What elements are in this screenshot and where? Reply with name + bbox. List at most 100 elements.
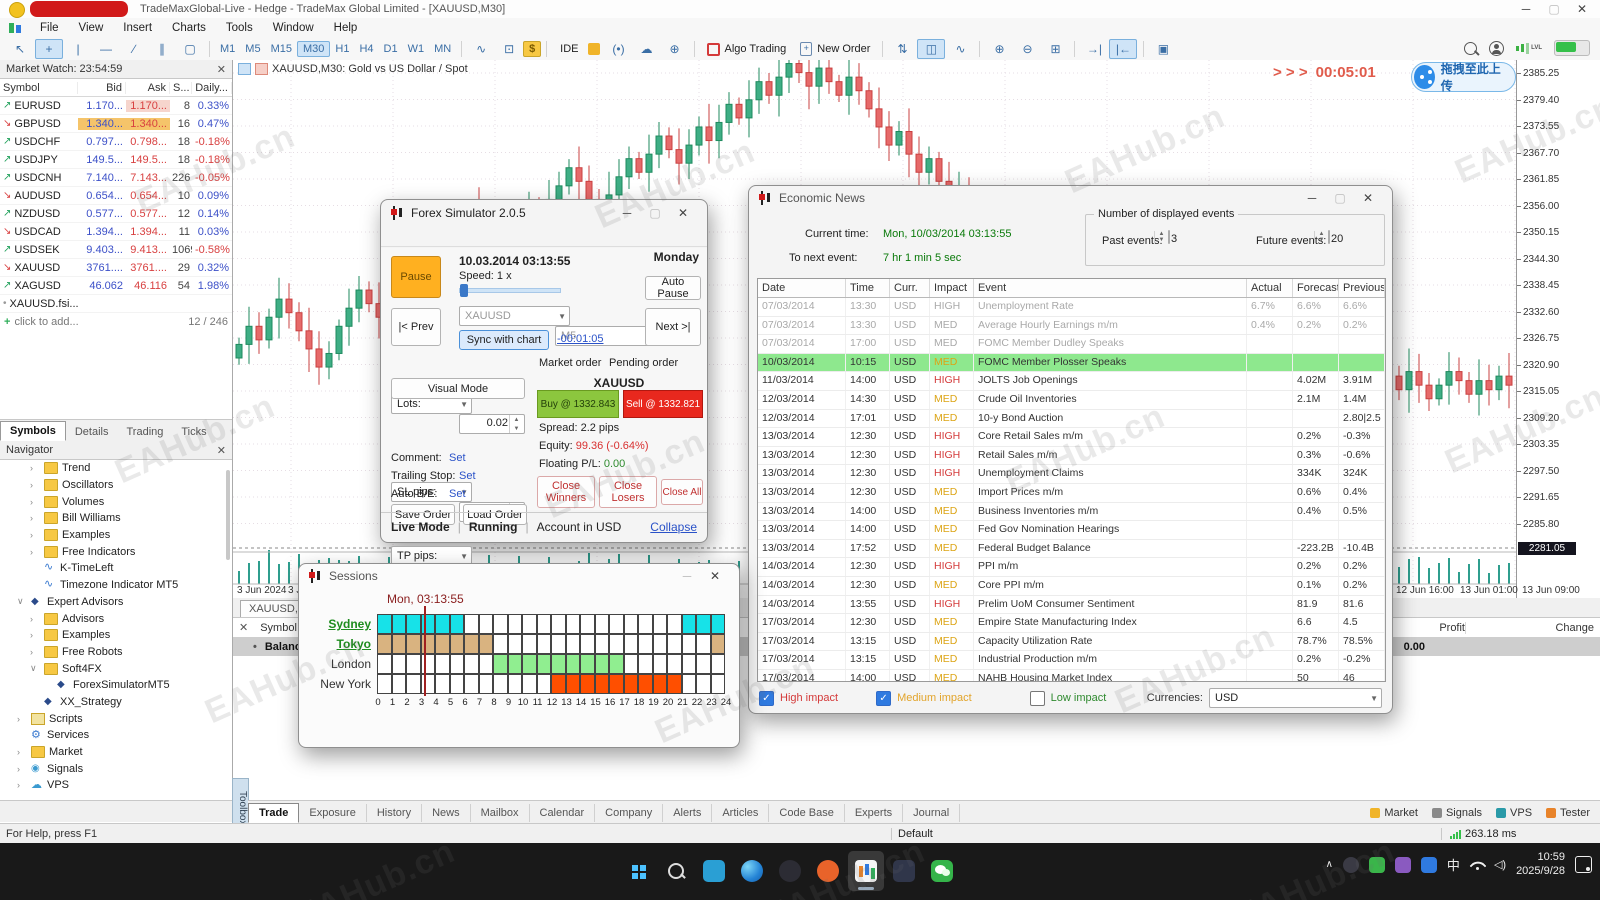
tab-trade[interactable]: Trade — [248, 803, 300, 823]
tab-details[interactable]: Details — [66, 423, 118, 441]
auto-scroll-button[interactable]: |← — [1109, 39, 1138, 59]
collapsed-chevron-icon[interactable]: › — [30, 647, 40, 657]
sessions-title-bar[interactable]: Sessions ─ ✕ — [299, 564, 739, 588]
navigator-close-icon[interactable]: ✕ — [217, 444, 226, 457]
tab-exposure[interactable]: Exposure — [299, 804, 367, 822]
tab-news[interactable]: News — [422, 804, 471, 822]
market-watch-row-xauusd-fsi[interactable]: • XAUUSD.fsi... — [0, 295, 232, 313]
sidebar-item-soft4fx[interactable]: ∨ Soft4FX — [0, 660, 224, 677]
past-events-spinner[interactable]: 3 ▲ ▼ — [1154, 230, 1177, 245]
market-lock-icon[interactable] — [587, 43, 600, 55]
tab-articles[interactable]: Articles — [712, 804, 770, 822]
sell-button[interactable]: Sell @ 1332.821 — [623, 390, 703, 418]
metaeditor-ide[interactable]: IDE — [553, 40, 581, 58]
news-col-previous[interactable]: Previous — [1339, 279, 1385, 297]
news-table[interactable]: Date Time Curr. Impact Event Actual Forecast Pr… — [757, 278, 1386, 682]
news-col-impact[interactable]: Impact — [930, 279, 974, 297]
expanded-chevron-icon[interactable]: ∨ — [30, 663, 40, 674]
search-icon[interactable] — [1464, 41, 1480, 55]
notification-center-icon[interactable] — [1575, 856, 1592, 874]
timeframe-h1[interactable]: H1 — [330, 42, 354, 56]
news-col-date[interactable]: Date — [758, 279, 846, 297]
upload-pill-button[interactable]: 拖拽至此上传 — [1411, 62, 1516, 93]
objects-menu[interactable]: ⊡ — [496, 40, 522, 58]
timeframe-h4[interactable]: H4 — [354, 42, 378, 56]
market-watch-row-nzdusd[interactable]: ↗ NZDUSD 0.577... 0.577... 12 0.14% — [0, 205, 232, 223]
sidebar-item-timezone-indicator-mt5[interactable]: ∿ Timezone Indicator MT5 — [0, 577, 224, 594]
status-market[interactable]: Market — [1370, 807, 1418, 819]
tray-app-icon-2[interactable] — [1394, 856, 1411, 873]
pending-order-tab[interactable]: Pending order — [609, 357, 678, 369]
sidebar-item-free-robots[interactable]: › Free Robots — [0, 644, 224, 661]
shift-end-button[interactable]: →| — [1081, 40, 1107, 58]
menu-insert[interactable]: Insert — [113, 20, 162, 36]
news-row-import-prices-m-m[interactable]: 13/03/2014 12:30 USD MED Import Prices m/m 0.… — [758, 483, 1385, 503]
news-row-fomc-member-dudley-speaks[interactable]: 07/03/2014 17:00 USD MED FOMC Member Dudley … — [758, 335, 1385, 354]
buy-button[interactable]: Buy @ 1332.843 — [537, 390, 619, 418]
news-col-actual[interactable]: Actual — [1247, 279, 1293, 297]
menu-file[interactable]: File — [30, 20, 69, 36]
news-row-average-hourly-earnings-m-m[interactable]: 07/03/2014 13:30 USD MED Average Hourly Earn… — [758, 316, 1385, 336]
navigator-scrollbar[interactable] — [226, 470, 230, 560]
cloud-icon[interactable]: ☁ — [634, 40, 660, 58]
sidebar-item-trend[interactable]: › Trend — [0, 460, 224, 477]
news-row-capacity-utilization-rate[interactable]: 17/03/2014 13:15 USD MED Capacity Utilizatio… — [758, 632, 1385, 652]
news-row-10-y-bond-auction[interactable]: 12/03/2014 17:01 USD MED 10-y Bond Auction 2.… — [758, 409, 1385, 429]
language-indicator[interactable]: 中 — [1447, 855, 1460, 874]
tab-mailbox[interactable]: Mailbox — [471, 804, 530, 822]
news-row-fed-gov-nomination-hearings[interactable]: 13/03/2014 14:00 USD MED Fed Gov Nomination … — [758, 521, 1385, 540]
news-row-industrial-production-m-m[interactable]: 17/03/2014 13:15 USD MED Industrial Producti… — [758, 651, 1385, 670]
news-close-icon[interactable]: ✕ — [1354, 191, 1382, 205]
menu-window[interactable]: Window — [263, 20, 324, 36]
status-vps[interactable]: VPS — [1496, 807, 1532, 819]
community-icon[interactable]: ⊕ — [662, 40, 688, 58]
tab-alerts[interactable]: Alerts — [663, 804, 713, 822]
candle-chart-view[interactable]: ◫ — [917, 39, 946, 59]
market-watch-row-usdjpy[interactable]: ↗ USDJPY 149.5... 149.5... 18 -0.18% — [0, 151, 232, 169]
maximize-button[interactable]: ▢ — [1540, 2, 1568, 16]
session-label-tokyo[interactable]: Tokyo — [299, 637, 371, 651]
market-watch-row-eurusd[interactable]: ↗ EURUSD 1.170... 1.170... 8 0.33% — [0, 97, 232, 115]
collapsed-chevron-icon[interactable]: › — [30, 463, 40, 473]
news-col-forecast[interactable]: Forecast — [1293, 279, 1339, 297]
menu-help[interactable]: Help — [324, 20, 368, 36]
news-row-core-retail-sales-m-m[interactable]: 13/03/2014 12:30 USD HIGH Core Retail Sales … — [758, 428, 1385, 447]
tray-wechat-icon[interactable] — [1368, 856, 1385, 873]
auto-pause-button[interactable]: Auto Pause — [645, 276, 701, 300]
news-row-nahb-housing-market-index[interactable]: 17/03/2014 14:00 USD MED NAHB Housing Market… — [758, 669, 1385, 681]
tab-ticks[interactable]: Ticks — [172, 423, 215, 441]
profit-column-header[interactable]: Profit — [1388, 621, 1465, 634]
sidebar-item-xx-strategy[interactable]: ◆ XX_Strategy — [0, 694, 224, 711]
sidebar-item-expert-advisors[interactable]: ∨ ◆ Expert Advisors — [0, 594, 224, 611]
sidebar-item-volumes[interactable]: › Volumes — [0, 493, 224, 510]
tick-chart-view[interactable]: ⇅ — [889, 40, 915, 58]
search-taskbar[interactable] — [658, 851, 694, 891]
news-row-business-inventories-m-m[interactable]: 13/03/2014 14:00 USD MED Business Inventorie… — [758, 502, 1385, 522]
market-watch-row-usdchf[interactable]: ↗ USDCHF 0.797... 0.798... 18 -0.18% — [0, 133, 232, 151]
news-row-unemployment-claims[interactable]: 13/03/2014 12:30 USD HIGH Unemployment Claim… — [758, 465, 1385, 484]
mw-col-ask[interactable]: Ask — [126, 81, 170, 94]
sidebar-item-services[interactable]: ⚙ Services — [0, 727, 224, 744]
status-signals[interactable]: Signals — [1431, 807, 1482, 819]
volume-icon[interactable]: ◁) — [1494, 858, 1506, 871]
one-click-trading-icon[interactable] — [255, 63, 268, 75]
news-title-bar[interactable]: Economic News ─ ▢ ✕ — [749, 186, 1392, 210]
sessions-close-icon[interactable]: ✕ — [701, 569, 729, 583]
currencies-dropdown[interactable]: USD ▼ — [1209, 688, 1382, 708]
news-row-crude-oil-inventories[interactable]: 12/03/2014 14:30 USD MED Crude Oil Inventori… — [758, 390, 1385, 410]
market-order-tab[interactable]: Market order — [539, 357, 601, 369]
future-events-spinner[interactable]: 20 ▲ ▼ — [1314, 230, 1343, 245]
tab-experts[interactable]: Experts — [845, 804, 904, 822]
news-col-curr[interactable]: Curr. — [890, 279, 930, 297]
timeframe-m1[interactable]: M1 — [215, 42, 240, 56]
medium-impact-checkbox[interactable]: ✓ — [876, 690, 892, 706]
speed-slider[interactable] — [459, 284, 561, 297]
collapsed-chevron-icon[interactable]: › — [17, 780, 27, 790]
tray-app-icon-1[interactable] — [1342, 856, 1359, 873]
expanded-chevron-icon[interactable]: ∨ — [17, 596, 27, 607]
sidebar-item-oscillators[interactable]: › Oscillators — [0, 477, 224, 494]
news-row-federal-budget-balance[interactable]: 13/03/2014 17:52 USD MED Federal Budget Bala… — [758, 539, 1385, 559]
mw-col-s[interactable]: S... — [170, 81, 192, 94]
simulator-minimize-icon[interactable]: ─ — [613, 206, 641, 220]
sidebar-item-scripts[interactable]: › Scripts — [0, 710, 224, 727]
